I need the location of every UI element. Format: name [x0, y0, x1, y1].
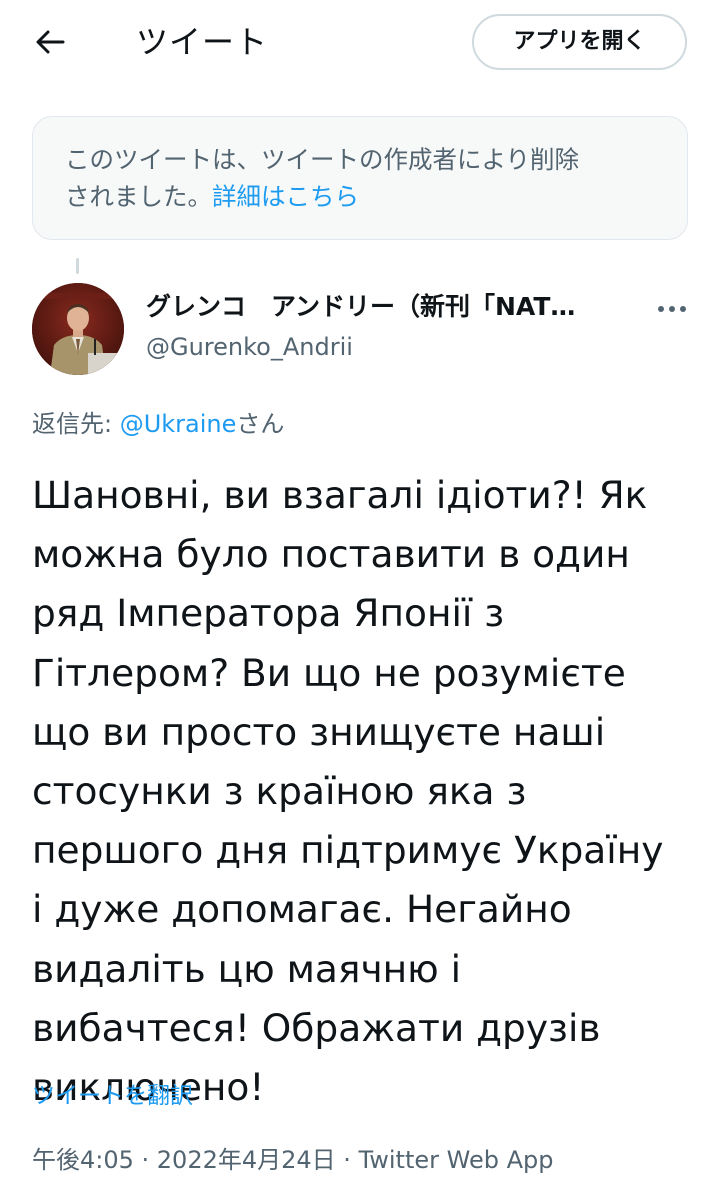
author-name[interactable]: グレンコ アンドリー（新刊「NAT…	[146, 290, 626, 324]
tweet-text-line: можна було поставити в один	[32, 532, 630, 577]
more-horizontal-icon	[658, 306, 686, 312]
tweet-text-line: Гітлером? Ви що не розумієте	[32, 650, 626, 695]
author-handle[interactable]: @Gurenko_Andrii	[146, 330, 353, 364]
back-button[interactable]	[30, 22, 70, 62]
tweet-text-line: і дуже допомагає. Негайно	[32, 887, 572, 932]
notice-text-line2: されました。詳細はこちら	[65, 178, 657, 215]
tweet-timestamp[interactable]: 午後4:05 · 2022年4月24日 · Twitter Web App	[32, 1142, 553, 1178]
open-app-button[interactable]: アプリを開く	[472, 14, 687, 70]
tweet-text-line: стосунки з країною яка з	[32, 769, 527, 814]
learn-more-link[interactable]: 詳細はこちら	[212, 182, 359, 211]
tweet-text-line: Шановні, ви взагалі ідіоти?! Як	[32, 473, 648, 517]
tweet-text-line: ряд Імператора Японії з	[32, 591, 505, 636]
notice-text-line1: このツイートは、ツイートの作成者により削除	[65, 145, 580, 174]
tweet-text-line: видаліть цю маячню і	[32, 946, 462, 991]
tweet-text-line: першого дня підтримує Україну	[32, 828, 664, 873]
reply-to-line: 返信先: @Ukraineさん	[32, 406, 284, 442]
avatar-image	[32, 283, 124, 375]
top-bar: ツイート アプリを開く	[0, 0, 721, 84]
page-title: ツイート	[136, 23, 269, 61]
reply-to-label: 返信先:	[32, 410, 120, 438]
tweet-text-line: вибачтеся! Ображати друзів	[32, 1005, 601, 1050]
notice-text: されました。	[65, 182, 212, 211]
avatar[interactable]	[32, 283, 124, 375]
translate-tweet-link[interactable]: ツイートを翻訳	[32, 1078, 193, 1114]
thread-connector	[76, 258, 79, 274]
reply-suffix: さん	[236, 410, 285, 438]
more-options-button[interactable]	[650, 292, 694, 326]
deleted-tweet-notice: このツイートは、ツイートの作成者により削除 されました。詳細はこちら	[32, 116, 688, 240]
tweet-text-line: що ви просто знищуєте наші	[32, 709, 606, 754]
tweet-text: Шановні, ви взагалі ідіоти?! Як можна бу…	[32, 466, 700, 1117]
reply-mention-link[interactable]: @Ukraine	[120, 410, 237, 438]
arrow-left-icon	[36, 30, 65, 54]
